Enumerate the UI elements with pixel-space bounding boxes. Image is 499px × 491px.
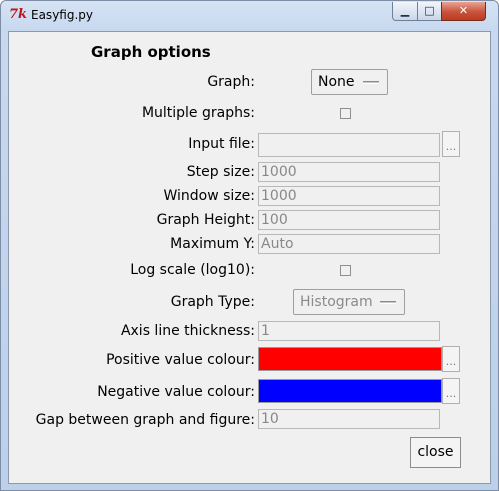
step-size-field[interactable]: [258, 162, 440, 182]
graph-height-label: Graph Height:: [156, 212, 255, 228]
axis-line-thickness-label: Axis line thickness:: [120, 323, 255, 339]
graph-type-label: Graph Type:: [170, 294, 255, 310]
input-file-browse-button[interactable]: ...: [442, 131, 460, 157]
negative-colour-label: Negative value colour:: [97, 384, 255, 400]
gap-label: Gap between graph and figure:: [35, 412, 255, 428]
positive-colour-label: Positive value colour:: [106, 352, 255, 368]
close-button[interactable]: close: [410, 437, 461, 468]
log-scale-label: Log scale (log10):: [130, 262, 255, 278]
step-size-label: Step size:: [186, 164, 255, 180]
maximum-y-label: Maximum Y:: [170, 236, 255, 252]
input-file-label: Input file:: [188, 136, 255, 152]
negative-colour-browse-button[interactable]: ...: [442, 378, 460, 404]
multiple-graphs-checkbox[interactable]: [340, 108, 351, 119]
graph-label: Graph:: [207, 74, 255, 90]
window-size-label: Window size:: [163, 188, 255, 204]
gap-field[interactable]: [258, 409, 440, 429]
option-menu-indicator-icon: [363, 81, 379, 84]
page-title: Graph options: [91, 43, 211, 61]
graph-menu-button[interactable]: None: [311, 69, 388, 95]
minimize-button[interactable]: ▁: [392, 2, 418, 21]
graph-height-field[interactable]: [258, 210, 440, 230]
tk-feather-icon: 7k: [9, 7, 28, 22]
multiple-graphs-label: Multiple graphs:: [141, 105, 255, 121]
graph-menu-value: None: [318, 74, 355, 90]
input-file-field[interactable]: [258, 133, 440, 157]
negative-colour-swatch: [258, 379, 442, 403]
graph-type-menu-value: Histogram: [300, 294, 373, 310]
window-size-field[interactable]: [258, 186, 440, 206]
positive-colour-browse-button[interactable]: ...: [442, 346, 460, 372]
graph-type-menu-button[interactable]: Histogram: [293, 289, 405, 315]
title-bar[interactable]: 7k Easyfig.py ▁ □ ✕: [1, 1, 498, 31]
positive-colour-swatch: [258, 347, 442, 371]
window-title: Easyfig.py: [31, 8, 93, 22]
maximum-y-field[interactable]: [258, 234, 440, 254]
option-menu-indicator-icon: [380, 301, 396, 304]
axis-line-thickness-field[interactable]: [258, 321, 440, 341]
log-scale-checkbox[interactable]: [340, 265, 351, 276]
maximize-button[interactable]: □: [417, 2, 442, 21]
window-close-button[interactable]: ✕: [441, 2, 486, 21]
